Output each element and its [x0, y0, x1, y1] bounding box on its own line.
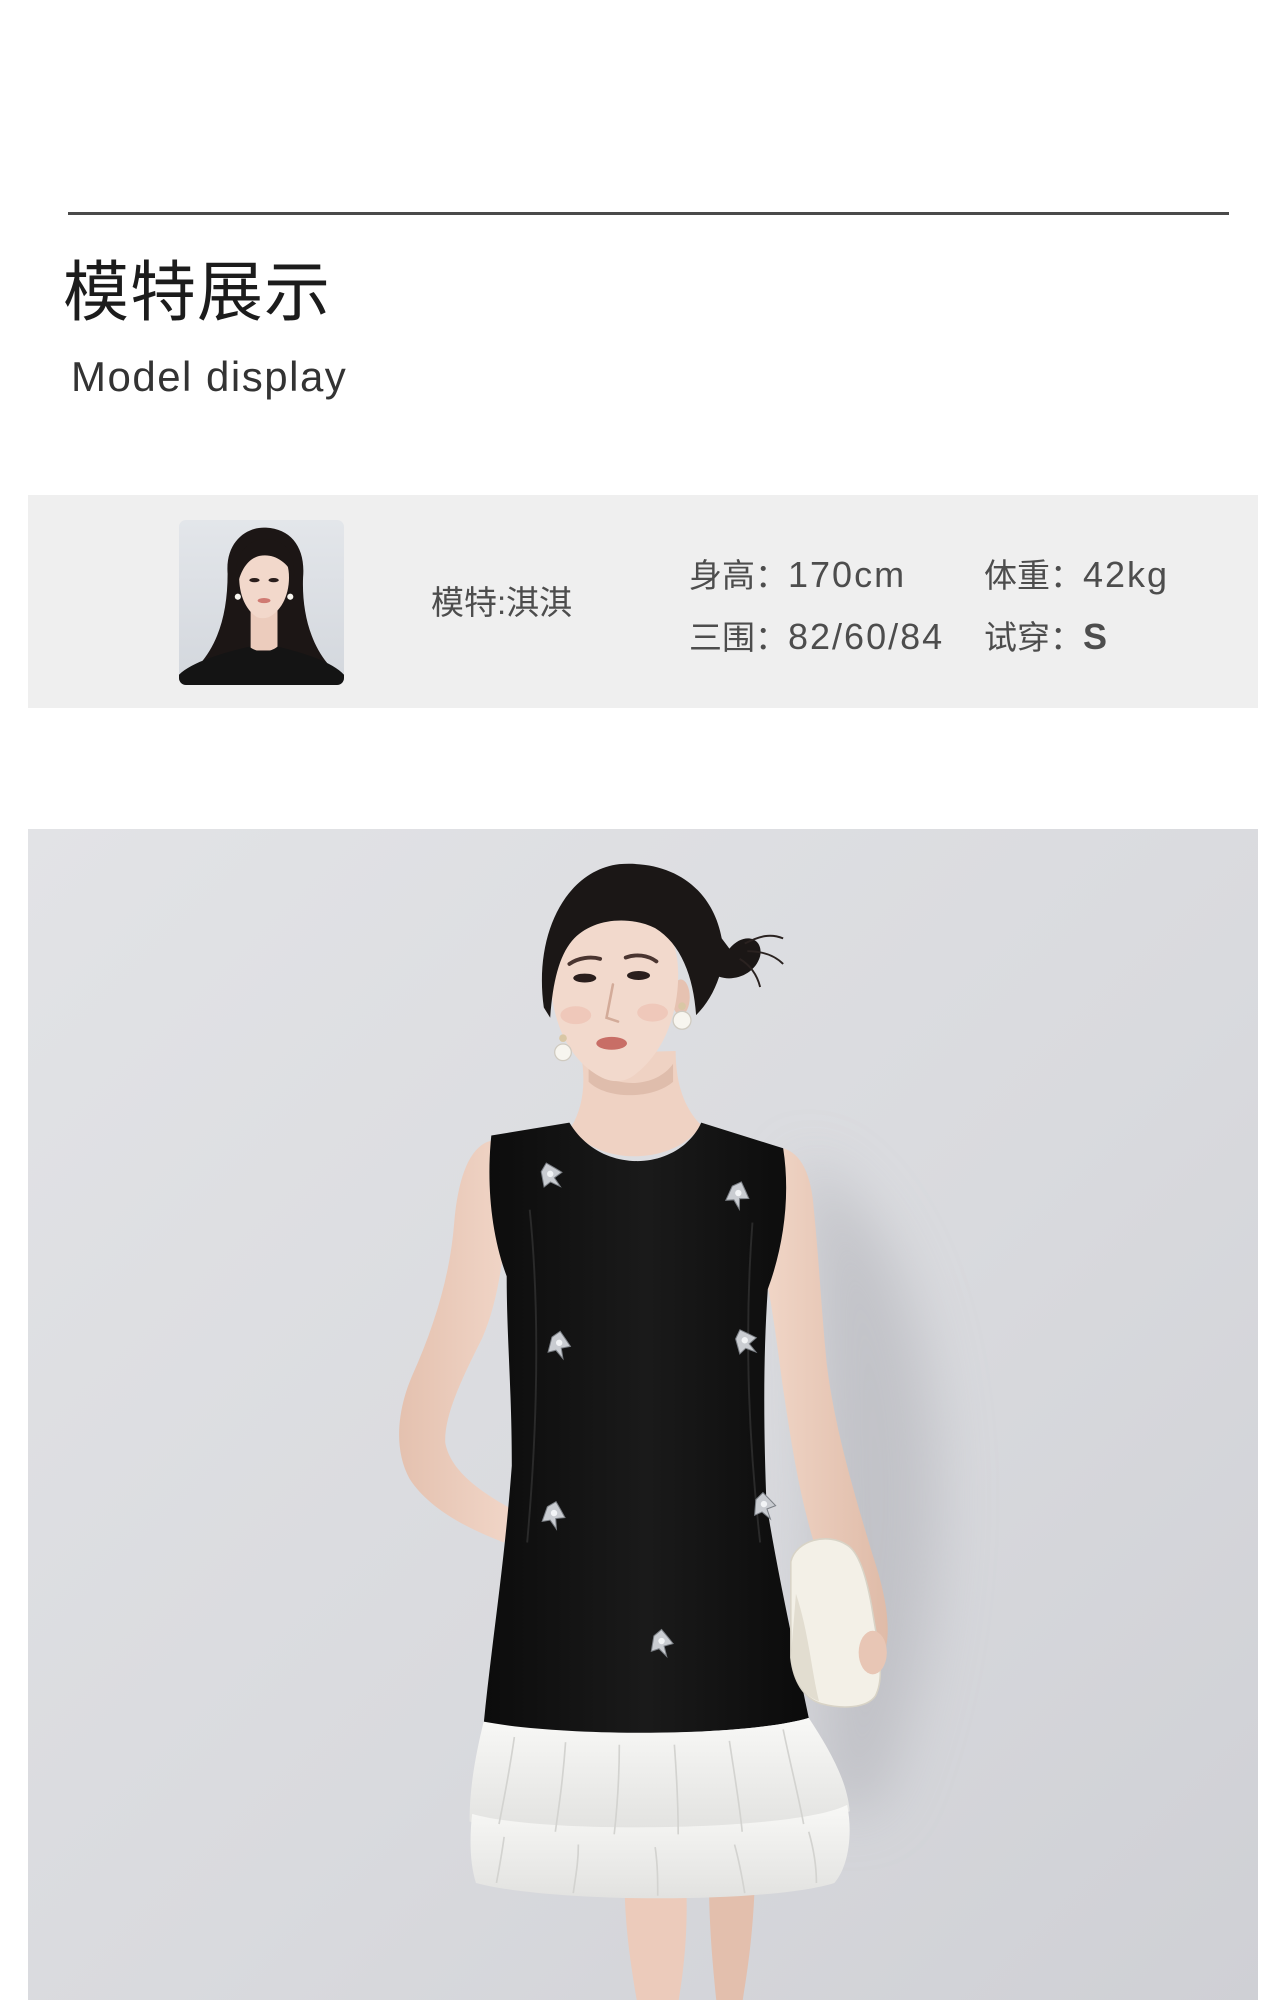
stat-height-label: 身高： [689, 557, 788, 594]
lips [596, 1036, 628, 1050]
section-divider-line [68, 212, 1229, 215]
model-avatar [179, 520, 344, 685]
stat-weight-value: 42kg [1083, 554, 1170, 595]
stat-measurements: 三围：82/60/84 [689, 617, 944, 657]
left-eye [573, 973, 597, 983]
black-dress [483, 1122, 809, 1734]
model-photo-image [28, 829, 1258, 2000]
avatar-left-earring [234, 593, 241, 600]
model-info-panel: 模特:淇淇 身高：170cm 体重：42kg 三围：82/60/84 试穿：S [28, 495, 1258, 708]
section-title: 模特展示 [63, 255, 331, 329]
right-eye [627, 971, 651, 980]
right-cheek-blush [637, 1003, 668, 1022]
hand-on-bag [858, 1630, 887, 1675]
stat-weight-label: 体重： [984, 557, 1083, 594]
stat-size-label: 试穿： [984, 619, 1083, 656]
model-avatar-image [179, 520, 344, 685]
stat-measurements-value: 82/60/84 [788, 616, 945, 657]
model-photo [28, 829, 1258, 2000]
section-subtitle: Model display [71, 353, 348, 400]
stat-size-value: S [1083, 616, 1110, 657]
avatar-right-earring [287, 593, 294, 600]
avatar-left-eye [249, 577, 260, 583]
left-cheek-blush [560, 1006, 592, 1025]
stat-measurements-label: 三围： [689, 619, 788, 656]
stat-height: 身高：170cm [689, 555, 906, 595]
stat-weight: 体重：42kg [984, 555, 1169, 595]
avatar-right-eye [268, 577, 279, 583]
avatar-lips [257, 598, 271, 604]
stat-size: 试穿：S [984, 617, 1109, 657]
model-name-label: 模特:淇淇 [431, 584, 573, 621]
stat-height-value: 170cm [788, 554, 907, 595]
